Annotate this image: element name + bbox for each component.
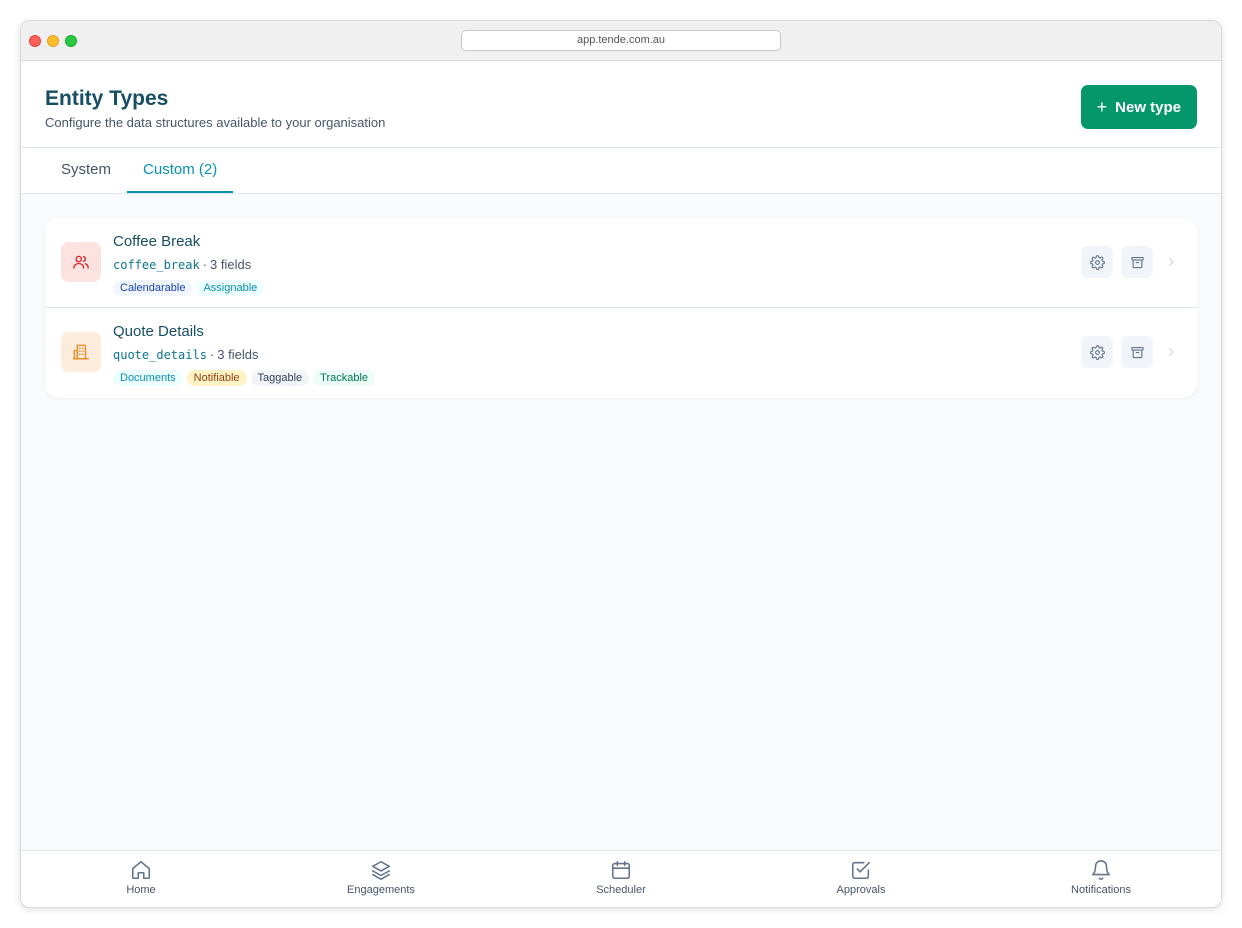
- gear-icon: [1089, 254, 1105, 270]
- entity-name[interactable]: Quote Details: [113, 323, 204, 340]
- entity-field-count: 3 fields: [217, 347, 259, 362]
- nav-scheduler-label: Scheduler: [596, 884, 646, 896]
- check-square-icon: [851, 861, 871, 880]
- window-controls: [29, 35, 77, 47]
- entity-actions: [1081, 246, 1179, 278]
- building-icon: [61, 332, 101, 372]
- calendar-icon: [611, 860, 631, 880]
- entity-tags: Documents Notifiable Taggable Trackable: [113, 370, 376, 386]
- nav-engagements[interactable]: Engagements: [261, 851, 501, 907]
- tag-notifiable: Notifiable: [186, 370, 247, 386]
- entity-meta: coffee_break · 3 fields: [113, 257, 251, 272]
- page-header: Entity Types Configure the data structur…: [21, 61, 1221, 148]
- close-window-button[interactable]: [29, 35, 41, 47]
- users-icon: [61, 242, 101, 282]
- entity-key: quote_details: [113, 348, 207, 362]
- tab-bar: System Custom (2): [21, 148, 1221, 194]
- browser-titlebar: app.tende.com.au: [21, 21, 1221, 61]
- chevron-right-icon[interactable]: [1163, 346, 1179, 358]
- entity-key: coffee_break: [113, 258, 200, 272]
- layers-icon: [371, 860, 391, 880]
- tab-custom[interactable]: Custom (2): [127, 148, 234, 193]
- tag-calendarable: Calendarable: [113, 280, 193, 296]
- nav-notifications[interactable]: Notifications: [981, 851, 1221, 907]
- entity-meta: quote_details · 3 fields: [113, 347, 258, 362]
- main-content: Coffee Break coffee_break · 3 fields Cal…: [21, 194, 1221, 422]
- entity-tags: Calendarable Assignable: [113, 280, 265, 296]
- archive-button[interactable]: [1121, 246, 1153, 278]
- maximize-window-button[interactable]: [65, 35, 77, 47]
- nav-scheduler[interactable]: Scheduler: [501, 851, 741, 907]
- archive-icon: [1130, 346, 1144, 358]
- tag-taggable: Taggable: [250, 370, 310, 386]
- bell-icon: [1091, 860, 1111, 880]
- entity-row-coffee-break[interactable]: Coffee Break coffee_break · 3 fields Cal…: [45, 218, 1197, 308]
- entity-actions: [1081, 336, 1179, 368]
- tag-trackable: Trackable: [313, 370, 376, 386]
- minimize-window-button[interactable]: [47, 35, 59, 47]
- page-subtitle: Configure the data structures available …: [45, 115, 386, 130]
- entity-list: Coffee Break coffee_break · 3 fields Cal…: [45, 218, 1197, 398]
- new-type-label: New type: [1115, 98, 1181, 116]
- settings-button[interactable]: [1081, 246, 1113, 278]
- settings-button[interactable]: [1081, 336, 1113, 368]
- entity-row-quote-details[interactable]: Quote Details quote_details · 3 fields D…: [45, 308, 1197, 398]
- nav-approvals[interactable]: Approvals: [741, 851, 981, 907]
- plus-icon: +: [1096, 97, 1108, 117]
- gear-icon: [1089, 344, 1105, 360]
- chevron-right-icon[interactable]: [1163, 256, 1179, 268]
- page-title: Entity Types: [45, 87, 169, 110]
- meta-separator: ·: [202, 257, 208, 272]
- url-bar[interactable]: app.tende.com.au: [461, 30, 781, 51]
- nav-home-label: Home: [126, 884, 156, 896]
- tab-system[interactable]: System: [45, 148, 127, 193]
- entity-field-count: 3 fields: [210, 257, 252, 272]
- tag-documents: Documents: [113, 370, 183, 386]
- new-type-button[interactable]: + New type: [1080, 85, 1197, 129]
- tag-assignable: Assignable: [196, 280, 265, 296]
- archive-icon: [1130, 256, 1144, 268]
- home-icon: [131, 860, 151, 880]
- archive-button[interactable]: [1121, 336, 1153, 368]
- nav-approvals-label: Approvals: [836, 884, 886, 896]
- meta-separator: ·: [209, 347, 215, 362]
- nav-home[interactable]: Home: [21, 851, 261, 907]
- entity-name[interactable]: Coffee Break: [113, 233, 200, 250]
- nav-engagements-label: Engagements: [347, 884, 415, 896]
- bottom-navigation: Home Engagements Scheduler Approvals Not…: [21, 850, 1221, 907]
- app-window: app.tende.com.au Entity Types Configure …: [20, 20, 1222, 908]
- nav-notifications-label: Notifications: [1071, 884, 1131, 896]
